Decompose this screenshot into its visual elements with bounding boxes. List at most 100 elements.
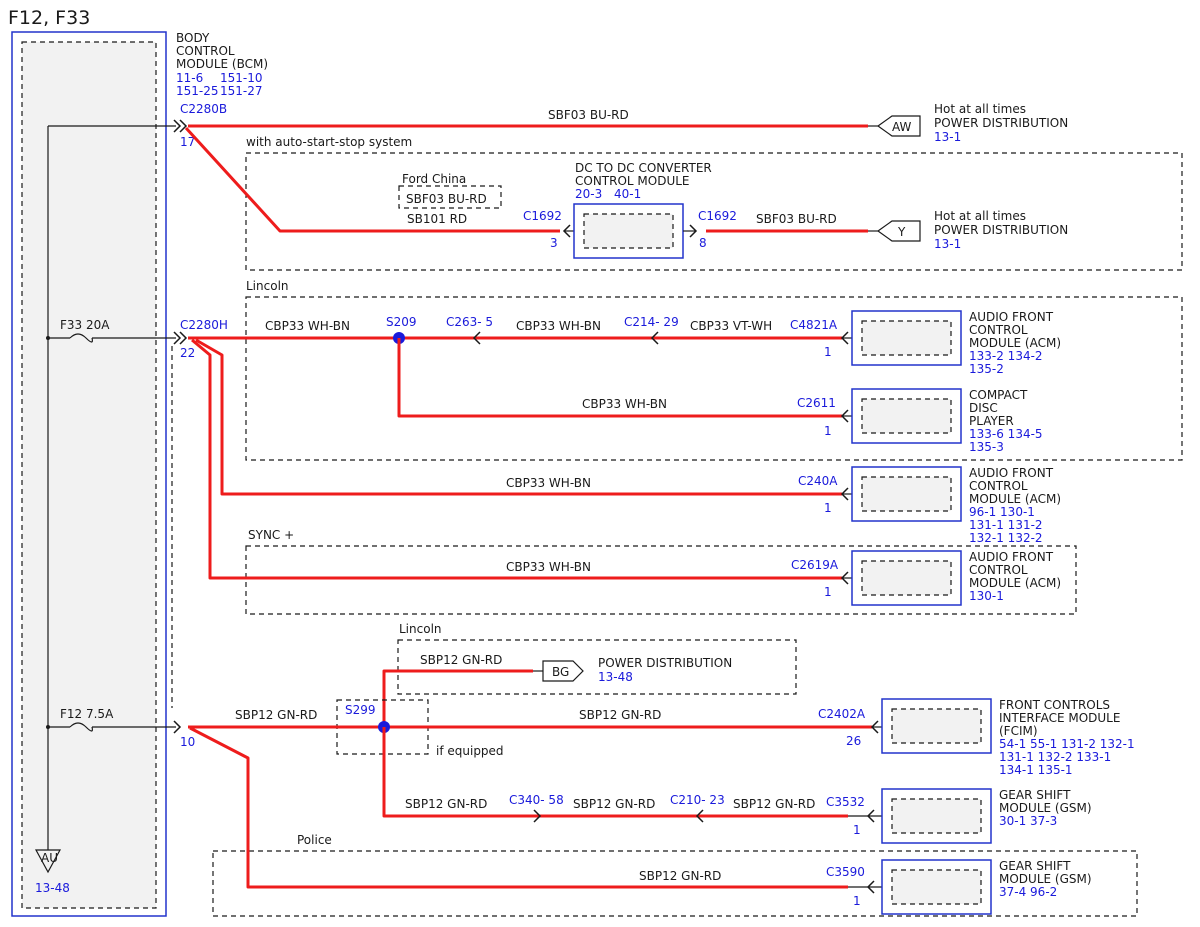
c1692-left-pin: 3 [550, 236, 558, 250]
wire-label-cbp33-vt: CBP33 VT-WH [690, 319, 772, 333]
wire-label-sbp12-gsm1-a: SBP12 GN-RD [405, 797, 487, 811]
module-fcim-line-1: FRONT CONTROLS [999, 698, 1110, 712]
terminal-aw-tag: AW [892, 120, 912, 134]
module-acm2-line-1: AUDIO FRONT [969, 466, 1054, 480]
module-acm2-ref-1[interactable]: 96-1 130-1 [969, 505, 1035, 519]
f12-pin: 10 [180, 735, 195, 749]
bcm-ref-3[interactable]: 151-25 [176, 84, 219, 98]
wiring-diagram: F12, F33 BODY CONTROL MODULE (BCM) 11-6 … [8, 7, 1183, 917]
module-cdp-line-1: COMPACT [969, 388, 1028, 402]
module-acm3-ref-1[interactable]: 130-1 [969, 589, 1004, 603]
module-fcim-ref-3[interactable]: 134-1 135-1 [999, 763, 1073, 777]
wire-label-cbp33-2: CBP33 WH-BN [516, 319, 601, 333]
c3590-pin: 1 [853, 894, 861, 908]
c1692-left-label[interactable]: C1692 [523, 209, 562, 223]
wire-label-cbp33-1: CBP33 WH-BN [265, 319, 350, 333]
module-acm2-line-2: CONTROL [969, 479, 1028, 493]
module-gsm2-line-1: GEAR SHIFT [999, 859, 1071, 873]
wire-label-ford-china: SBF03 BU-RD [406, 192, 487, 206]
ground-ref[interactable]: 13-48 [35, 881, 70, 895]
bcm-node-f33 [46, 336, 50, 340]
group-lincoln-2 [397, 639, 797, 695]
c240a-label[interactable]: C240A [798, 474, 838, 488]
module-acm1-ref-2[interactable]: 135-2 [969, 362, 1004, 376]
c3590-label[interactable]: C3590 [826, 865, 865, 879]
wire-label-sbf03-y: SBF03 BU-RD [756, 212, 837, 226]
module-cdp-line-2: DISC [969, 401, 998, 415]
wire-label-cbp33-acm2: CBP33 WH-BN [506, 476, 591, 490]
module-dcdc-inner [583, 213, 674, 249]
splice-s209-label[interactable]: S209 [386, 315, 417, 329]
module-cdp-ref-2[interactable]: 135-3 [969, 440, 1004, 454]
module-gsm1-inner [891, 798, 982, 834]
group-label-ford-china: Ford China [402, 172, 466, 186]
bcm-name-1: BODY [176, 31, 210, 45]
c214-label[interactable]: C214- 29 [624, 315, 679, 329]
module-gsm1-line-1: GEAR SHIFT [999, 788, 1071, 802]
module-fcim-ref-2[interactable]: 131-1 132-2 133-1 [999, 750, 1111, 764]
module-gsm2-ref-1[interactable]: 37-4 96-2 [999, 885, 1057, 899]
bcm-label: BODY CONTROL MODULE (BCM) 11-6 151-10 15… [176, 31, 268, 98]
wire-label-sbp12-gsm1-b: SBP12 GN-RD [573, 797, 655, 811]
ground-label: AU [41, 851, 58, 865]
module-fcim-line-2: INTERFACE MODULE [999, 711, 1120, 725]
module-fcim-line-3: (FCIM) [999, 724, 1038, 738]
group-label-lincoln-1: Lincoln [246, 279, 289, 293]
module-acm1-line-3: MODULE (ACM) [969, 336, 1061, 350]
fuse-f12-label: F12 7.5A [60, 707, 114, 721]
bcm-node-f12 [46, 725, 50, 729]
module-dcdc-ref-1[interactable]: 20-3 [575, 187, 602, 201]
wire-label-sbf03-aw: SBF03 BU-RD [548, 108, 629, 122]
wire-label-sbp12-gsm2: SBP12 GN-RD [639, 869, 721, 883]
terminal-y-line-2: POWER DISTRIBUTION [934, 223, 1068, 237]
terminal-bg-ref[interactable]: 13-48 [598, 670, 633, 684]
module-acm3-line-3: MODULE (ACM) [969, 576, 1061, 590]
c210-label[interactable]: C210- 23 [670, 793, 725, 807]
diagram-title: F12, F33 [8, 7, 90, 29]
c2280b-label[interactable]: C2280B [180, 102, 227, 116]
splice-s299-label[interactable]: S299 [345, 703, 376, 717]
module-dcdc-ref-2[interactable]: 40-1 [614, 187, 641, 201]
module-acm1-ref-1[interactable]: 133-2 134-2 [969, 349, 1043, 363]
bcm-ref-1[interactable]: 11-6 [176, 71, 203, 85]
group-label-if-equipped: if equipped [436, 744, 504, 758]
group-label-sync-plus: SYNC + [248, 528, 294, 542]
c3532-label[interactable]: C3532 [826, 795, 865, 809]
c263-label[interactable]: C263- 5 [446, 315, 493, 329]
terminal-y-ref[interactable]: 13-1 [934, 237, 961, 251]
bcm-ref-2[interactable]: 151-10 [220, 71, 263, 85]
terminal-y-line-1: Hot at all times [934, 209, 1026, 223]
wire-sbp12-to-bg [382, 669, 533, 727]
c2611-label[interactable]: C2611 [797, 396, 836, 410]
c2402a-label[interactable]: C2402A [818, 707, 866, 721]
bcm-name-3: MODULE (BCM) [176, 57, 268, 71]
c340-label[interactable]: C340- 58 [509, 793, 564, 807]
group-label-auto-start-stop: with auto-start-stop system [246, 135, 412, 149]
c2280h-label[interactable]: C2280H [180, 318, 228, 332]
bcm-ref-4[interactable]: 151-27 [220, 84, 263, 98]
c3532-pin: 1 [853, 823, 861, 837]
wire-label-sbp12-gsm1-c: SBP12 GN-RD [733, 797, 815, 811]
module-acm2-ref-3[interactable]: 132-1 132-2 [969, 531, 1043, 545]
c2402a-pin: 26 [846, 734, 861, 748]
c1692-right-label[interactable]: C1692 [698, 209, 737, 223]
module-acm3-line-1: AUDIO FRONT [969, 550, 1054, 564]
terminal-aw-line-1: Hot at all times [934, 102, 1026, 116]
terminal-aw-line-2: POWER DISTRIBUTION [934, 116, 1068, 130]
module-fcim-ref-1[interactable]: 54-1 55-1 131-2 132-1 [999, 737, 1135, 751]
c2619a-pin: 1 [824, 585, 832, 599]
module-acm2-ref-2[interactable]: 131-1 131-2 [969, 518, 1043, 532]
group-label-police: Police [297, 833, 332, 847]
module-cdp-ref-1[interactable]: 133-6 134-5 [969, 427, 1043, 441]
module-gsm1-ref-1[interactable]: 30-1 37-3 [999, 814, 1057, 828]
module-acm3-line-2: CONTROL [969, 563, 1028, 577]
wire-label-sb101: SB101 RD [407, 212, 467, 226]
wire-label-cbp33-acm3: CBP33 WH-BN [506, 560, 591, 574]
module-acm2-inner [861, 476, 952, 512]
c1692-right-pin: 8 [699, 236, 707, 250]
wire-cbp33-acm3 [191, 338, 842, 580]
wire-label-sbp12-2: SBP12 GN-RD [579, 708, 661, 722]
c2619a-label[interactable]: C2619A [791, 558, 839, 572]
terminal-aw-ref[interactable]: 13-1 [934, 130, 961, 144]
c4821a-label[interactable]: C4821A [790, 318, 838, 332]
